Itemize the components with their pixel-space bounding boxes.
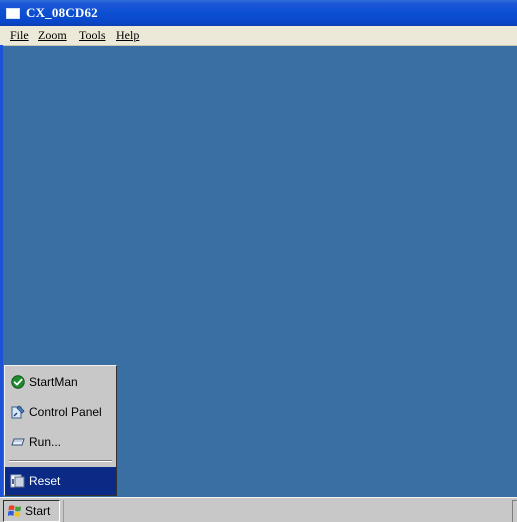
windows-logo-icon (7, 503, 23, 519)
title-bar[interactable]: CX_08CD62 (0, 0, 517, 26)
start-menu: StartMan Control Panel Run... Reset (4, 365, 117, 496)
taskbar-divider (63, 500, 64, 522)
start-menu-item-run[interactable]: Run... (5, 428, 116, 456)
run-icon (10, 434, 26, 450)
start-menu-item-label: Reset (29, 474, 61, 488)
taskbar: Start (0, 497, 517, 522)
menu-tools[interactable]: Tools (79, 28, 106, 43)
window-title: CX_08CD62 (26, 5, 98, 20)
system-tray[interactable] (512, 500, 517, 522)
check-circle-icon (10, 374, 26, 390)
reset-icon (10, 473, 26, 489)
start-menu-item-label: Run... (29, 435, 62, 449)
control-panel-icon (10, 404, 26, 420)
start-menu-item-reset[interactable]: Reset (5, 467, 116, 495)
start-menu-separator (9, 460, 112, 462)
start-menu-item-label: Control Panel (29, 405, 102, 419)
start-button-label: Start (25, 504, 51, 518)
menu-help[interactable]: Help (116, 28, 139, 43)
menu-file[interactable]: File (10, 28, 29, 43)
start-menu-item-startman[interactable]: StartMan (5, 368, 116, 396)
window-icon (6, 7, 20, 19)
menu-bar: File Zoom Tools Help (0, 26, 517, 46)
start-menu-item-label: StartMan (29, 375, 78, 389)
menu-zoom[interactable]: Zoom (38, 28, 67, 43)
window-left-border (0, 45, 3, 497)
start-button[interactable]: Start (3, 500, 60, 522)
start-menu-item-control-panel[interactable]: Control Panel (5, 398, 116, 426)
